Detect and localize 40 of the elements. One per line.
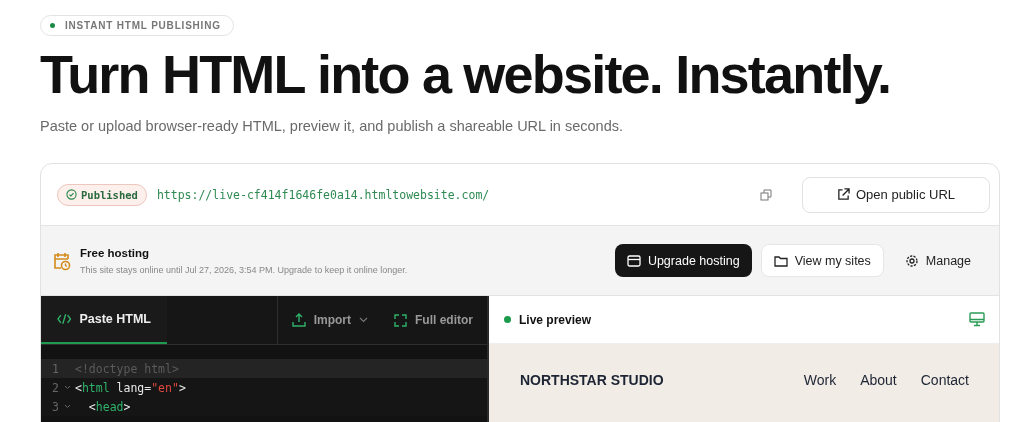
external-link-icon [837,188,850,201]
hosting-note: This site stays online until Jul 27, 2026, 3:54 PM. Upgrade to keep it online longer. [80,264,408,275]
code-icon [57,313,72,325]
live-dot-icon [504,316,511,323]
line-number: 2 [51,380,59,395]
hosting-title: Free hosting [80,246,150,259]
site-nav-link[interactable]: About [860,372,897,388]
sites-button[interactable]: View my sites [760,244,884,277]
fold-chevron-icon[interactable] [63,404,71,409]
copy-icon[interactable] [760,188,772,201]
site-nav-link[interactable]: Contact [920,372,969,388]
site-nav-link[interactable]: Work [803,372,837,388]
desktop-icon[interactable] [969,312,985,327]
subtitle: Paste or upload browser-ready HTML, preview it, and publish a shareable URL in seconds. [40,118,624,134]
folder-icon [773,254,788,267]
code-line: <html lang="en"> [75,380,186,395]
line-number: 3 [51,399,59,414]
site-brand: NORTHSTAR STUDIO [520,372,664,388]
full-editor-button[interactable]: Full editor [394,313,473,327]
card-icon [626,254,641,267]
calendar-clock-icon [53,250,71,271]
manage-button[interactable]: Manage [892,244,983,277]
check-circle-icon [66,189,77,200]
open-public-url-button[interactable]: Open public URL [802,176,990,213]
status-dot-icon [50,23,55,28]
published-badge: Published [57,183,147,206]
upgrade-button[interactable]: Upgrade hosting [614,244,752,277]
expand-icon [394,313,407,327]
editor-tab[interactable]: Paste HTML [41,296,167,344]
upload-icon [291,313,306,327]
site-url-link[interactable]: https://live-cf414f1646fe0a14.htmltowebsite.com/ [156,187,490,202]
preview-title: Live preview [519,312,592,327]
import-dropdown[interactable]: Import [291,313,368,327]
fold-chevron-icon[interactable] [63,385,71,390]
line-number: 1 [51,361,59,376]
chevron-down-icon [359,317,368,323]
headline: Turn HTML into a website. Instantly. [40,43,892,106]
code-line: <head> [87,399,131,414]
settings-icon [904,253,919,268]
eyebrow-label: INSTANT HTML PUBLISHING [65,20,221,31]
